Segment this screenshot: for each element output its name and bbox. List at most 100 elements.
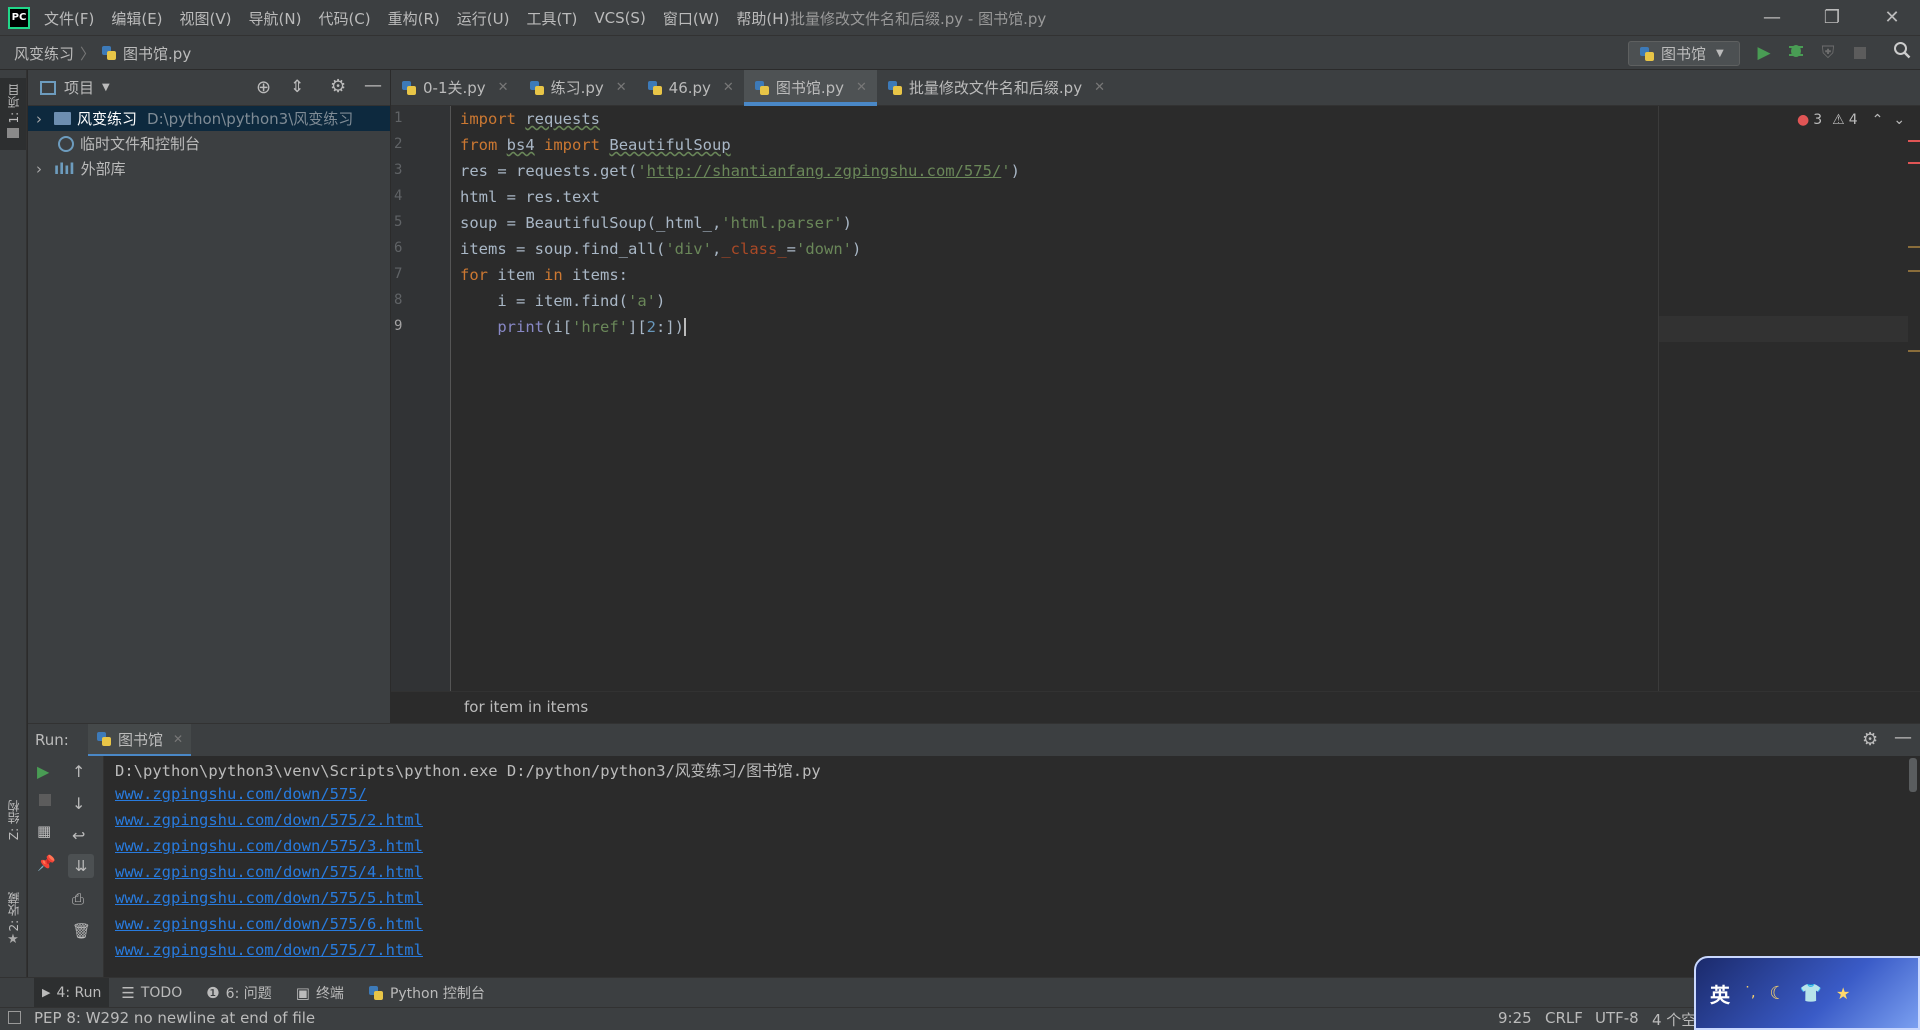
locate-icon[interactable]: ⊕ — [256, 77, 271, 98]
tab-batch-rename[interactable]: 批量修改文件名和后缀.py ✕ — [877, 70, 1115, 106]
console-link[interactable]: www.zgpingshu.com/down/575/5.html — [115, 889, 423, 907]
chevron-right-icon[interactable]: › — [36, 110, 48, 128]
warning-marker[interactable] — [1908, 246, 1920, 248]
run-tab[interactable]: 图书馆 ✕ — [88, 724, 192, 757]
favorites-tool-label: 2: 收藏 — [6, 892, 21, 932]
layout-icon[interactable]: ▦ — [37, 822, 51, 840]
close-tab-icon[interactable]: ✕ — [856, 80, 867, 95]
toolwindow-python-console[interactable]: Python 控制台 — [368, 983, 485, 1003]
status-toggle-icon[interactable] — [8, 1011, 21, 1024]
restore-button[interactable]: ❐ — [1814, 4, 1850, 32]
debug-icon[interactable] — [1784, 41, 1808, 65]
menu-help[interactable]: 帮助(H) — [736, 8, 789, 29]
breadcrumb-file[interactable]: 图书馆.py — [123, 43, 191, 64]
minimize-button[interactable]: — — [1754, 4, 1790, 32]
gear-icon[interactable]: ⚙ — [330, 76, 346, 97]
toolwindow-run[interactable]: ▶ 4: Run — [34, 977, 110, 1008]
toolwindow-problems[interactable]: ❶ 6: 问题 — [206, 983, 272, 1003]
tree-item-project-root[interactable]: › 风变练习 D:\python\python3\风变练习 — [28, 106, 390, 131]
scroll-to-end-icon[interactable]: ⇊ — [68, 854, 94, 878]
hide-panel-icon[interactable]: — — [364, 75, 382, 96]
warning-marker[interactable] — [1908, 270, 1920, 272]
trash-icon[interactable]: 🗑 — [72, 922, 91, 940]
project-tool-button[interactable]: 1: 项目 — [0, 78, 26, 150]
close-tab-icon[interactable]: ✕ — [723, 80, 734, 95]
console-link[interactable]: www.zgpingshu.com/down/575/7.html — [115, 941, 423, 959]
error-marker[interactable] — [1908, 162, 1920, 164]
inspection-widget[interactable]: ● 3 ⚠ 4 ⌃ ⌄ — [1797, 112, 1905, 128]
tab-practice[interactable]: 练习.py ✕ — [519, 70, 637, 106]
menu-run[interactable]: 运行(U) — [457, 8, 510, 29]
hide-panel-icon[interactable]: — — [1894, 727, 1912, 748]
line-number: 8 — [394, 292, 403, 308]
file-encoding[interactable]: UTF-8 — [1595, 1009, 1639, 1027]
close-tab-icon[interactable]: ✕ — [1094, 80, 1105, 95]
close-tab-icon[interactable]: ✕ — [498, 80, 509, 95]
error-stripe[interactable] — [1908, 106, 1920, 691]
run-icon[interactable]: ▶ — [1752, 41, 1776, 65]
previous-highlight-icon[interactable]: ⌃ — [1872, 112, 1884, 128]
warning-marker[interactable] — [1908, 350, 1920, 352]
tab-0-1[interactable]: 0-1关.py ✕ — [391, 70, 519, 106]
coverage-icon[interactable]: ⛨ — [1816, 41, 1840, 65]
gear-icon[interactable]: ⚙ — [1862, 729, 1878, 750]
ime-language[interactable]: 英 — [1710, 979, 1730, 1008]
tree-item-scratches[interactable]: 临时文件和控制台 — [28, 131, 390, 156]
console-link[interactable]: www.zgpingshu.com/down/575/2.html — [115, 811, 423, 829]
tab-46[interactable]: 46.py ✕ — [637, 70, 744, 106]
star-icon[interactable]: ★ — [1836, 984, 1850, 1003]
punctuation-icon[interactable]: ˙, — [1744, 985, 1755, 1001]
console-link[interactable]: www.zgpingshu.com/down/575/6.html — [115, 915, 423, 933]
print-icon[interactable]: ⎙ — [72, 890, 84, 908]
soft-wrap-icon[interactable]: ↩ — [72, 826, 85, 845]
menu-view[interactable]: 视图(V) — [180, 8, 232, 29]
caret-position[interactable]: 9:25 — [1498, 1009, 1532, 1027]
close-tab-icon[interactable]: ✕ — [173, 732, 183, 746]
console-link[interactable]: www.zgpingshu.com/down/575/3.html — [115, 837, 423, 855]
menu-edit[interactable]: 编辑(E) — [111, 8, 162, 29]
toolwindow-terminal[interactable]: ▣ 终端 — [296, 983, 344, 1003]
run-config-select[interactable]: 图书馆 ▼ — [1628, 41, 1740, 66]
menu-code[interactable]: 代码(C) — [318, 8, 370, 29]
console-link[interactable]: www.zgpingshu.com/down/575/4.html — [115, 863, 423, 881]
ime-toolbar[interactable]: 英 ˙, ☾ 👕 ★ — [1694, 956, 1920, 1030]
tree-item-external-libraries[interactable]: › ılıl 外部库 — [28, 156, 390, 181]
structure-tool-button[interactable]: Z: 结构 — [0, 800, 26, 870]
tab-library[interactable]: 图书馆.py ✕ — [743, 69, 877, 106]
console-link[interactable]: www.zgpingshu.com/down/575/ — [115, 785, 367, 803]
chevron-down-icon[interactable]: ▼ — [102, 82, 110, 93]
toolwindow-todo[interactable]: ☰ TODO — [121, 984, 182, 1002]
menu-file[interactable]: 文件(F) — [44, 8, 94, 29]
code-editor[interactable]: import requests from bs4 import Beautifu… — [452, 106, 1905, 691]
menu-navigate[interactable]: 导航(N) — [249, 8, 302, 29]
scroll-down-icon[interactable]: ↓ — [72, 794, 85, 813]
error-marker[interactable] — [1908, 140, 1920, 142]
shirt-icon[interactable]: 👕 — [1800, 983, 1822, 1004]
close-button[interactable]: ✕ — [1874, 4, 1910, 32]
line-separator[interactable]: CRLF — [1545, 1009, 1583, 1027]
chevron-right-icon[interactable]: › — [36, 160, 48, 178]
rerun-icon[interactable]: ▶ — [37, 762, 49, 781]
code-breadcrumb[interactable]: for item in items — [464, 698, 588, 716]
favorites-tool-button[interactable]: 2: 收藏 ★ — [0, 892, 26, 972]
stop-icon[interactable] — [1848, 41, 1872, 65]
console-scrollbar[interactable] — [1909, 758, 1917, 792]
pin-icon[interactable]: 📌 — [37, 854, 56, 872]
line-number: 9 — [394, 318, 403, 334]
search-icon[interactable] — [1890, 41, 1914, 65]
menu-refactor[interactable]: 重构(R) — [388, 8, 440, 29]
project-panel-title[interactable]: 项目 — [64, 77, 94, 98]
breadcrumb-project[interactable]: 风变练习 — [14, 43, 74, 64]
close-tab-icon[interactable]: ✕ — [616, 80, 627, 95]
run-console[interactable]: D:\python\python3\venv\Scripts\python.ex… — [104, 756, 1920, 977]
stop-icon[interactable] — [39, 794, 51, 806]
next-highlight-icon[interactable]: ⌄ — [1893, 112, 1905, 128]
editor-tabs: 0-1关.py ✕ 练习.py ✕ 46.py ✕ 图书馆.py ✕ 批量修改文件名和后… — [391, 69, 1920, 106]
moon-icon[interactable]: ☾ — [1769, 983, 1785, 1004]
menu-window[interactable]: 窗口(W) — [663, 8, 720, 29]
menu-vcs[interactable]: VCS(S) — [594, 9, 645, 27]
scroll-up-icon[interactable]: ↑ — [72, 762, 85, 781]
indent-setting[interactable]: 4 个空 — [1652, 1009, 1696, 1030]
menu-tools[interactable]: 工具(T) — [526, 8, 577, 29]
collapse-all-icon[interactable]: ⇕ — [290, 77, 304, 97]
